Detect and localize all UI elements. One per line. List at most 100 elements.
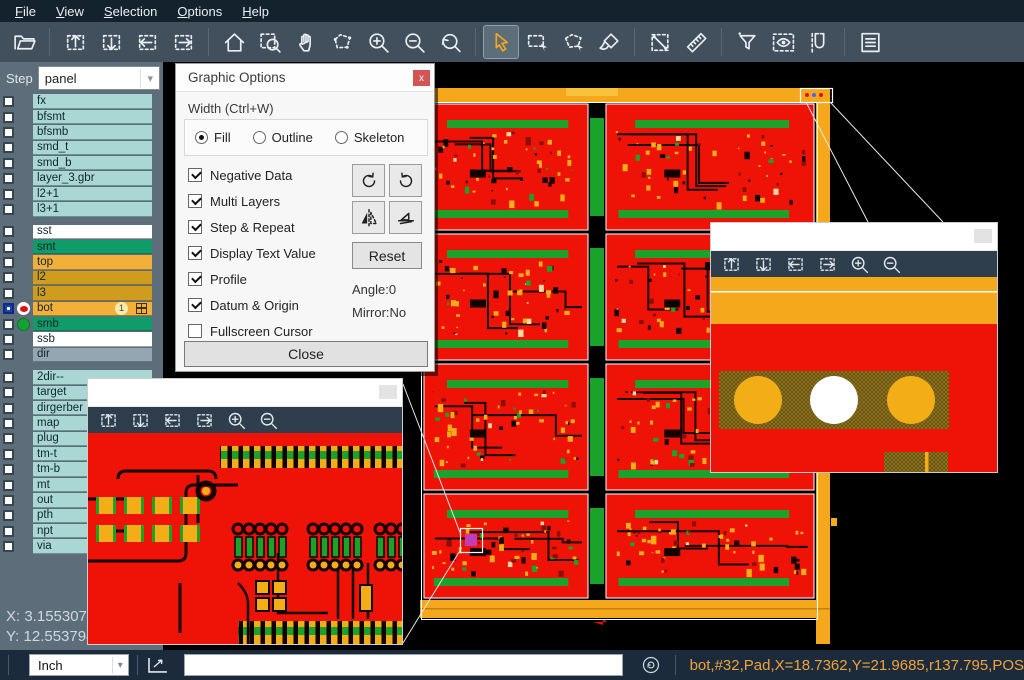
checkbox-step-repeat[interactable]: Step & Repeat	[188, 214, 316, 240]
layer-name[interactable]: bot1	[33, 302, 152, 316]
pan-right-icon[interactable]	[189, 408, 219, 432]
zoom-in-icon[interactable]	[221, 408, 251, 432]
pan-down-icon[interactable]	[748, 252, 778, 276]
measure-ruler-icon[interactable]	[679, 26, 713, 58]
unit-select[interactable]: Inch ▾	[29, 654, 129, 676]
open-file-icon[interactable]	[7, 26, 41, 58]
pan-left-icon[interactable]	[130, 26, 164, 58]
layer-checkbox[interactable]	[3, 226, 14, 237]
grid-icon[interactable]	[136, 303, 147, 314]
menu-selection[interactable]: Selection	[95, 2, 166, 21]
radio-fill[interactable]: Fill	[195, 130, 231, 145]
layer-name[interactable]: l3	[33, 286, 152, 300]
layer-name[interactable]: bfsmt	[33, 110, 152, 124]
layer-row-ssb[interactable]: ssb	[0, 332, 163, 347]
layer-row-smd_b[interactable]: smd_b	[0, 156, 163, 171]
window-button[interactable]	[974, 229, 992, 243]
layer-row-l2+1[interactable]: l2+1	[0, 186, 163, 201]
command-input[interactable]	[184, 654, 623, 676]
layer-name[interactable]: l3+1	[33, 202, 152, 216]
window-button[interactable]	[379, 385, 397, 399]
view-options-icon[interactable]	[766, 26, 800, 58]
layer-name[interactable]: npt	[33, 524, 87, 538]
snap-icon[interactable]	[802, 26, 836, 58]
layer-row-l3+1[interactable]: l3+1	[0, 202, 163, 217]
magnifier-view[interactable]	[711, 277, 997, 472]
layer-name[interactable]: smd_b	[33, 156, 152, 170]
layer-checkbox[interactable]	[3, 272, 14, 283]
layer-checkbox[interactable]	[3, 541, 14, 552]
pan-down-icon[interactable]	[125, 408, 155, 432]
layer-checkbox[interactable]	[3, 464, 14, 475]
layer-checkbox[interactable]	[3, 127, 14, 138]
layer-name[interactable]: bfsmb	[33, 125, 152, 139]
zoom-out-icon[interactable]	[397, 26, 431, 58]
measure-distance-icon[interactable]	[643, 26, 677, 58]
layer-name[interactable]: smd_t	[33, 141, 152, 155]
layer-name[interactable]: dir	[33, 348, 152, 362]
menu-options[interactable]: Options	[168, 2, 231, 21]
layer-checkbox[interactable]	[3, 242, 14, 253]
layer-checkbox[interactable]	[3, 403, 14, 414]
layer-row-bot[interactable]: bot1	[0, 301, 163, 316]
layer-checkbox[interactable]	[3, 257, 14, 268]
layer-checkbox[interactable]	[3, 334, 14, 345]
layer-checkbox[interactable]	[3, 349, 14, 360]
layer-checkbox[interactable]	[3, 288, 14, 299]
step-select[interactable]: panel ▾	[38, 66, 160, 90]
pan-down-icon[interactable]	[94, 26, 128, 58]
home-view-icon[interactable]	[217, 26, 251, 58]
checkbox-multi-layers[interactable]: Multi Layers	[188, 188, 316, 214]
layer-checkbox[interactable]	[3, 372, 14, 383]
checkbox-negative-data[interactable]: Negative Data	[188, 162, 316, 188]
pan-left-icon[interactable]	[780, 252, 810, 276]
select-polygon-icon[interactable]	[556, 26, 590, 58]
layer-checkbox[interactable]	[3, 433, 14, 444]
rotate-ccw-icon[interactable]	[389, 164, 422, 197]
close-button[interactable]: Close	[184, 341, 428, 367]
layer-row-l3[interactable]: l3	[0, 286, 163, 301]
layer-checkbox[interactable]	[3, 158, 14, 169]
pan-right-icon[interactable]	[166, 26, 200, 58]
report-icon[interactable]	[853, 26, 887, 58]
menu-file[interactable]: File	[6, 2, 45, 21]
brush-icon[interactable]	[592, 26, 626, 58]
layer-checkbox[interactable]	[3, 495, 14, 506]
layer-name[interactable]: sst	[33, 225, 152, 239]
layer-checkbox[interactable]	[3, 387, 14, 398]
menu-view[interactable]: View	[47, 2, 93, 21]
mirror-horizontal-icon[interactable]	[352, 201, 385, 234]
reset-button[interactable]: Reset	[352, 242, 422, 269]
pan-up-icon[interactable]	[93, 408, 123, 432]
zoom-out-icon[interactable]	[253, 408, 283, 432]
mirror-skew-icon[interactable]	[389, 201, 422, 234]
layer-row-bfsmb[interactable]: bfsmb	[0, 125, 163, 140]
layer-checkbox[interactable]	[3, 526, 14, 537]
layer-name[interactable]: tm-b	[33, 462, 87, 476]
layer-name[interactable]: layer_3.gbr	[33, 171, 152, 185]
layer-name[interactable]: map	[33, 416, 87, 430]
pan-up-icon[interactable]	[58, 26, 92, 58]
layer-checkbox[interactable]	[3, 319, 14, 330]
layer-row-dir[interactable]: dir	[0, 347, 163, 362]
layer-checkbox[interactable]	[3, 173, 14, 184]
layer-row-smt[interactable]: smt	[0, 240, 163, 255]
layer-checkbox[interactable]	[3, 112, 14, 123]
layer-name[interactable]: mt	[33, 478, 87, 492]
layer-name[interactable]: dirgerber	[33, 401, 87, 415]
layer-name[interactable]: smt	[33, 240, 152, 254]
checkbox-datum-origin[interactable]: Datum & Origin	[188, 292, 316, 318]
layer-checkbox[interactable]	[3, 204, 14, 215]
layer-checkbox[interactable]	[3, 96, 14, 107]
layer-name[interactable]: tm-t	[33, 447, 87, 461]
layer-row-fx[interactable]: fx	[0, 94, 163, 109]
filter-icon[interactable]	[730, 26, 764, 58]
layer-checkbox[interactable]	[3, 510, 14, 521]
layer-name[interactable]: ssb	[33, 332, 152, 346]
layer-checkbox[interactable]	[3, 189, 14, 200]
magnifier-view[interactable]	[88, 433, 402, 644]
radio-skeleton[interactable]: Skeleton	[335, 130, 405, 145]
layer-checkbox[interactable]	[3, 142, 14, 153]
layer-row-smb[interactable]: smb	[0, 316, 163, 331]
pan-up-icon[interactable]	[716, 252, 746, 276]
